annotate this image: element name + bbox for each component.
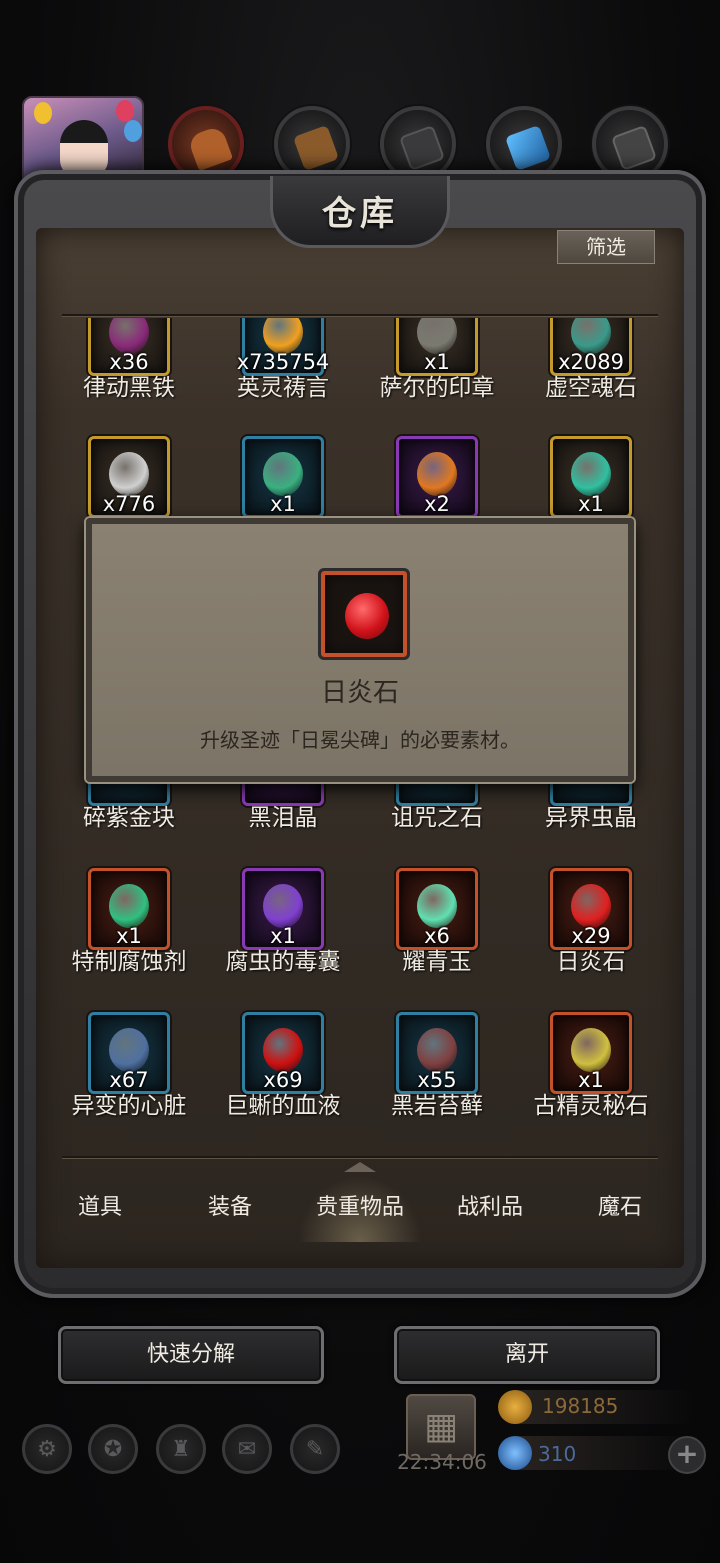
item-slot[interactable]: x67 异变的心脏	[50, 1012, 208, 1130]
tab-magic-stones[interactable]: 魔石	[558, 1176, 682, 1242]
gold-coin-icon	[498, 1390, 532, 1424]
item-quantity: x1	[270, 492, 296, 516]
balloon-icon	[34, 102, 52, 124]
item-slot[interactable]: x69 巨蜥的血液	[204, 1012, 362, 1130]
item-slot[interactable]: x36 律动黑铁	[50, 318, 208, 414]
item-slot[interactable]: x6 耀青玉	[358, 868, 516, 988]
jade-crystal-icon	[417, 883, 457, 928]
tab-valuables[interactable]: 贵重物品	[298, 1176, 422, 1242]
item-name: 英灵祷言	[237, 375, 329, 401]
quick-decompose-button[interactable]: 快速分解	[58, 1326, 324, 1384]
tooltip-item-name: 日炎石	[320, 678, 399, 708]
item-slot[interactable]: x2089 虚空魂石	[512, 318, 670, 414]
tower-button[interactable]: ♜	[156, 1424, 206, 1474]
item-name: 碎紫金块	[83, 805, 175, 831]
item-name: 诅咒之石	[391, 805, 483, 831]
item-name: 耀青玉	[402, 949, 472, 975]
balloon-icon	[124, 120, 142, 142]
crystal-cluster-icon	[109, 451, 149, 496]
add-currency-button[interactable]: +	[668, 1436, 706, 1474]
item-slot[interactable]: x29 日炎石	[512, 868, 670, 988]
settings-button[interactable]: ⚙	[22, 1424, 72, 1474]
scroll-icon	[610, 124, 658, 172]
tab-items[interactable]: 道具	[38, 1176, 162, 1242]
item-name: 虚空魂石	[545, 375, 637, 401]
item-slot[interactable]: x1 腐虫的毒囊	[204, 868, 362, 988]
tab-bar: 道具 装备 贵重物品 战利品 魔石	[36, 1176, 684, 1242]
item-name: 异变的心脏	[71, 1093, 187, 1119]
potion-icon	[109, 883, 149, 928]
gold-amount: 198185	[542, 1394, 619, 1418]
item-tooltip: 日炎石 升级圣迹「日冕尖碑」的必要素材。	[86, 518, 634, 782]
green-sparkle-icon	[263, 451, 303, 496]
item-slot[interactable]: x1 萨尔的印章	[358, 318, 516, 414]
balloon-icon	[116, 100, 134, 122]
gift-icon: ▦	[423, 1406, 458, 1447]
elf-stone-icon	[571, 1027, 611, 1072]
settings-icon: ⚙	[37, 1437, 57, 1462]
item-slot[interactable]: x735754 英灵祷言	[204, 318, 362, 414]
boots-icon	[186, 124, 234, 172]
item-quantity: x1	[578, 492, 604, 516]
item-slot[interactable]: x1 古精灵秘石	[512, 1012, 670, 1130]
item-name: 异界虫晶	[545, 805, 637, 831]
wood-icon	[292, 124, 340, 172]
tab-loot[interactable]: 战利品	[428, 1176, 552, 1242]
item-quantity: x2	[424, 492, 450, 516]
gem-icon	[498, 1436, 532, 1470]
prayer-orb-icon	[263, 318, 303, 354]
gift-timer: 22:34:06	[397, 1450, 487, 1474]
item-name: 古精灵秘石	[533, 1093, 649, 1119]
item-name: 特制腐蚀剂	[71, 949, 187, 975]
item-name: 日炎石	[556, 949, 626, 975]
leave-button[interactable]: 离开	[394, 1326, 660, 1384]
badge-button[interactable]: ✪	[88, 1424, 138, 1474]
heart-icon	[109, 1027, 149, 1072]
mail-icon: ✉	[237, 1437, 257, 1462]
mail-button[interactable]: ✉	[222, 1424, 272, 1474]
badge-icon: ✪	[103, 1437, 123, 1462]
void-soul-stone-icon	[571, 318, 611, 354]
fire-stone-icon	[345, 593, 389, 639]
item-name: 黑岩苔藓	[391, 1093, 483, 1119]
tab-equipment[interactable]: 装备	[168, 1176, 292, 1242]
divider-top	[62, 314, 658, 316]
tab-marker-icon	[344, 1158, 376, 1172]
item-name: 腐虫的毒囊	[225, 949, 341, 975]
scroll-icon: ✎	[305, 1437, 325, 1462]
tooltip-item-slot	[318, 568, 410, 660]
gem-amount: 310	[538, 1442, 577, 1466]
item-slot[interactable]: x1 特制腐蚀剂	[50, 868, 208, 988]
tower-icon: ♜	[171, 1437, 191, 1462]
scroll-button[interactable]: ✎	[290, 1424, 340, 1474]
tooltip-item-description: 升级圣迹「日冕尖碑」的必要素材。	[200, 728, 520, 752]
page-title: 仓库	[322, 194, 398, 234]
poison-sac-icon	[263, 883, 303, 928]
item-slot[interactable]: x55 黑岩苔藓	[358, 1012, 516, 1130]
item-name: 律动黑铁	[83, 375, 175, 401]
item-name: 巨蜥的血液	[225, 1093, 341, 1119]
fire-stone-icon	[571, 883, 611, 928]
moss-icon	[417, 1027, 457, 1072]
item-name: 黑泪晶	[248, 805, 318, 831]
teal-crystal-icon	[571, 451, 611, 496]
filter-button[interactable]: 筛选	[557, 230, 655, 264]
item-quantity: x776	[102, 492, 156, 516]
crystal-icon	[504, 124, 552, 172]
item-name: 萨尔的印章	[379, 375, 495, 401]
orange-shard-icon	[417, 451, 457, 496]
blood-drop-icon	[263, 1027, 303, 1072]
seal-icon	[417, 318, 457, 354]
ore-icon	[398, 124, 446, 172]
black-iron-icon	[109, 318, 149, 354]
